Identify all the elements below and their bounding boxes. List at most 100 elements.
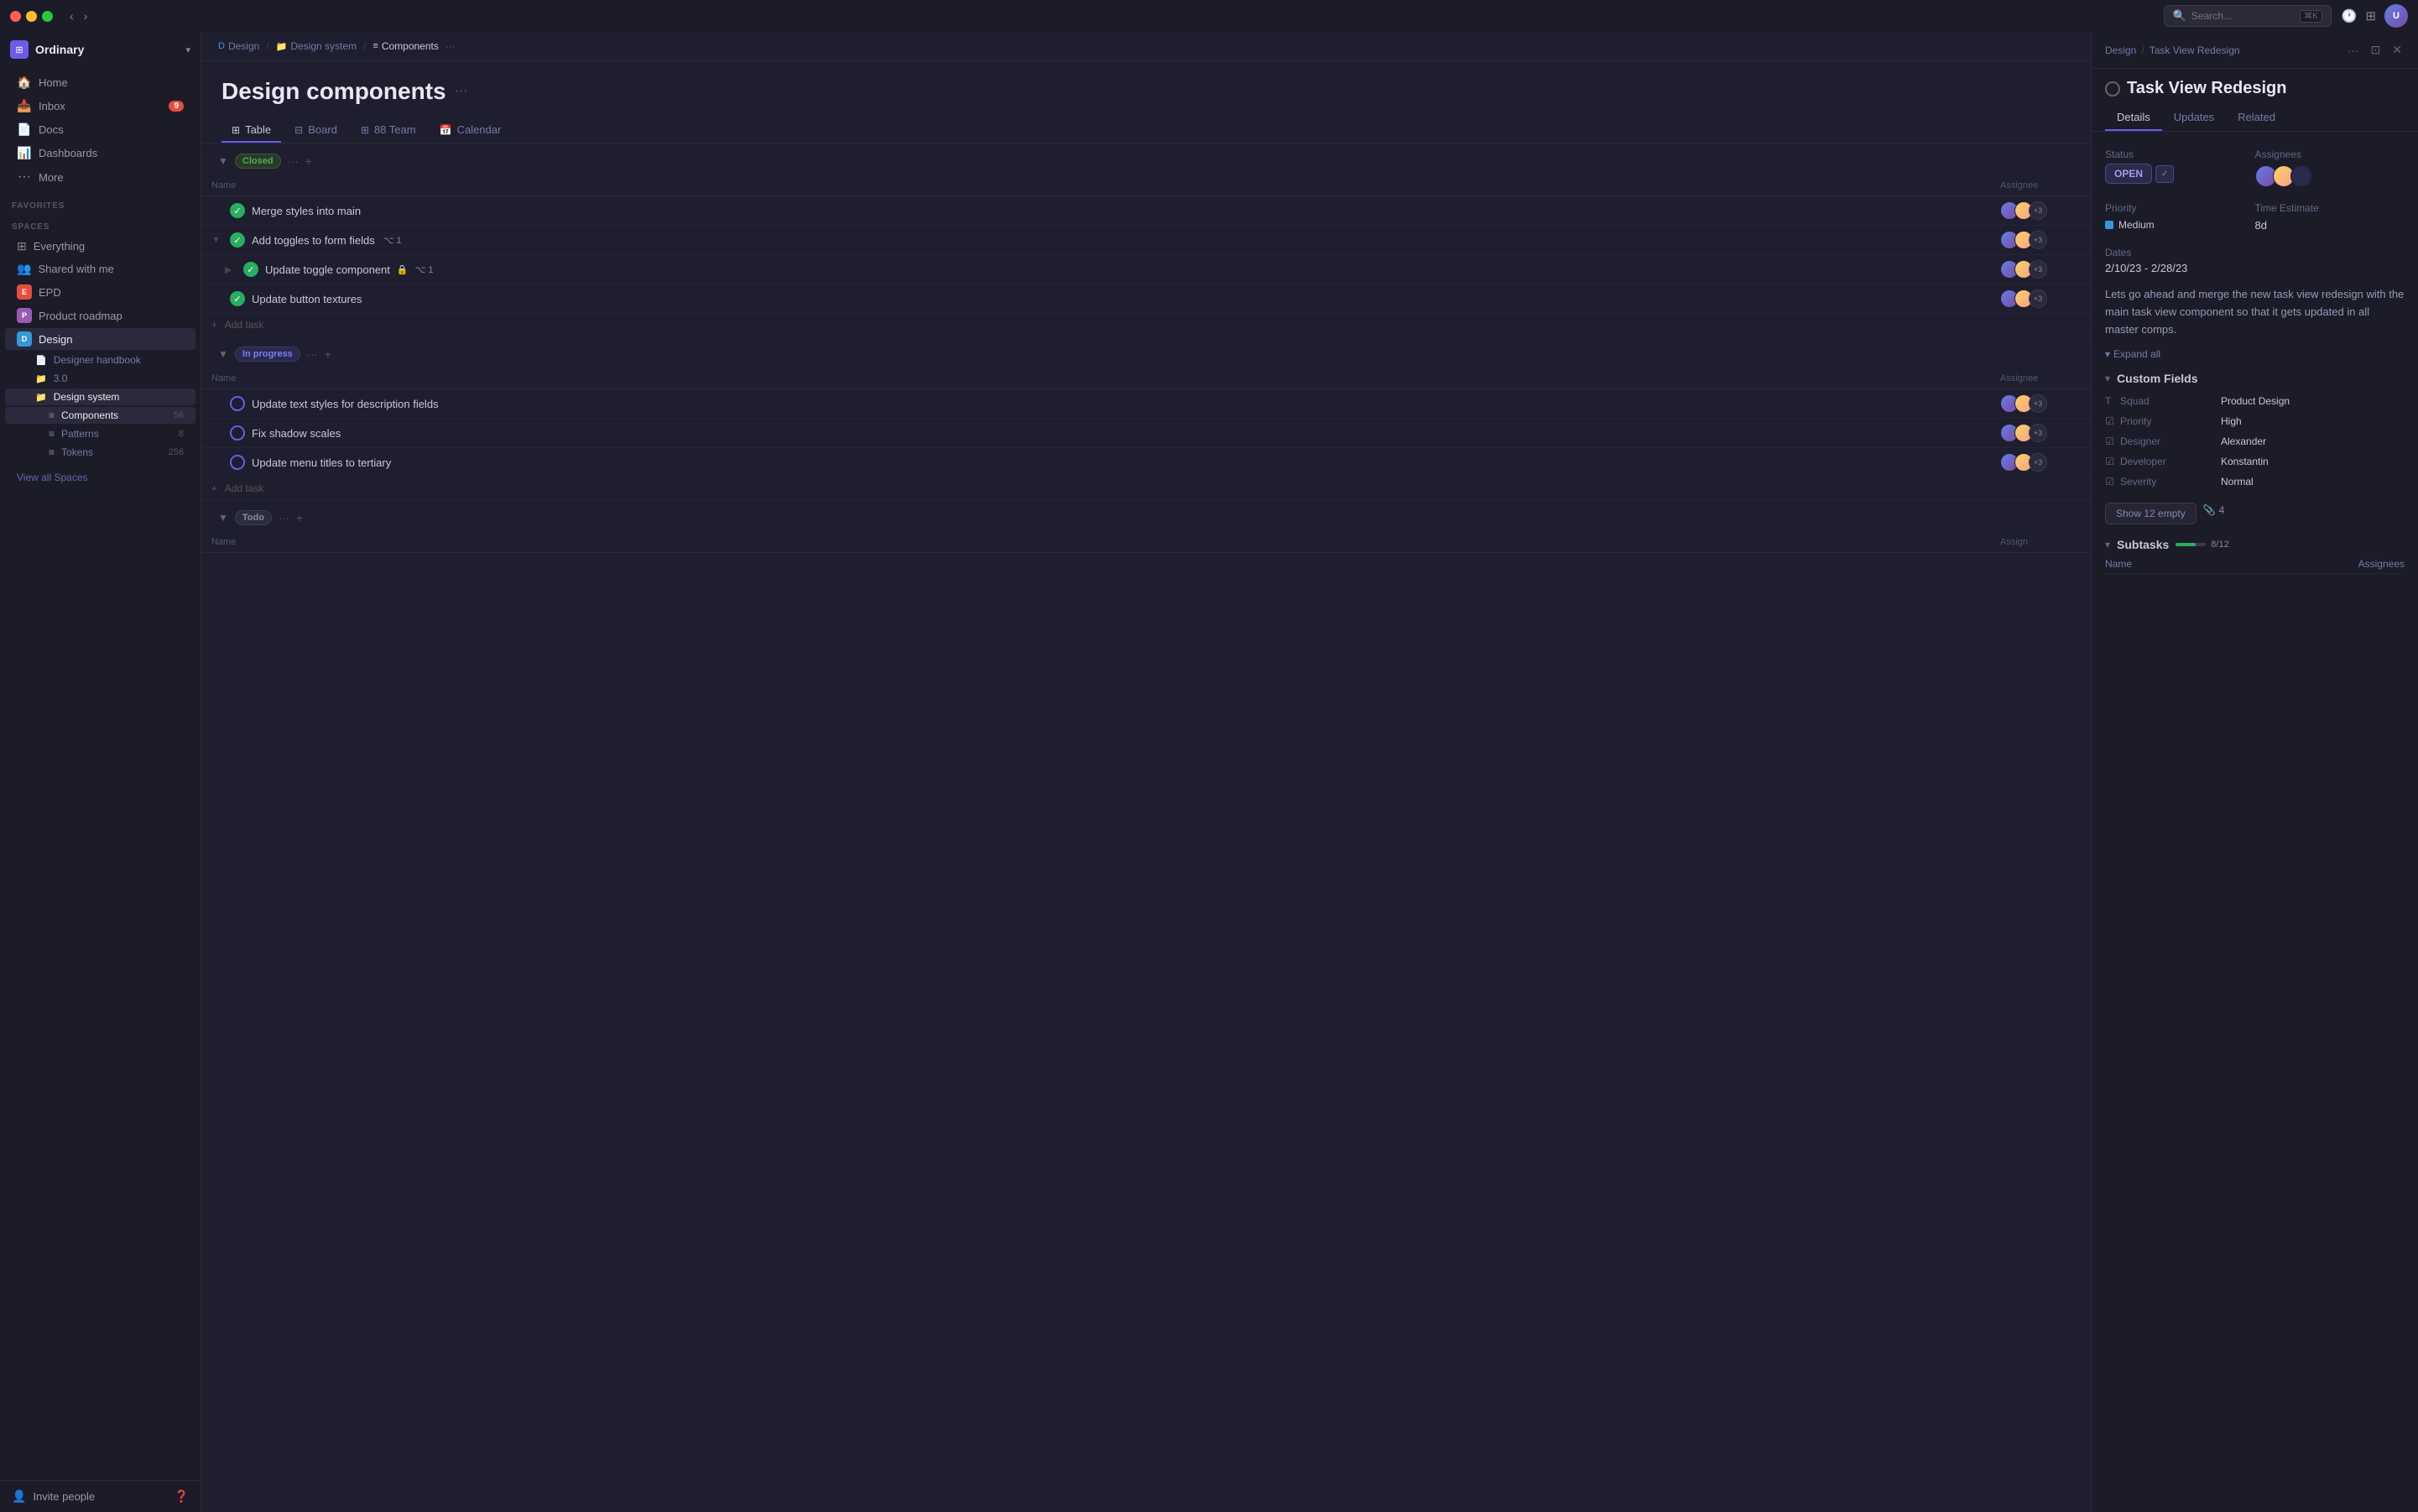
group-badge-in-progress: In progress <box>235 347 300 362</box>
forward-button[interactable]: › <box>81 8 91 24</box>
expand-icon[interactable]: ▶ <box>225 264 237 275</box>
task-name: Fix shadow scales <box>252 427 341 440</box>
cf-developer-icon: ☑ <box>2105 456 2120 467</box>
search-input[interactable] <box>2191 10 2295 22</box>
design-bc-icon: D <box>218 41 225 51</box>
group-collapse-closed[interactable]: ▼ <box>218 155 228 167</box>
right-panel: Design / Task View Redesign ··· ⊡ ✕ Task… <box>2091 32 2418 1512</box>
titlebar-right: 🔍 ⌘K 🕐 ⊞ U <box>2164 4 2408 28</box>
panel-header: Design / Task View Redesign ··· ⊡ ✕ <box>2092 32 2418 69</box>
sidebar-item-tokens[interactable]: ≡ Tokens 256 <box>5 444 195 461</box>
task-name-cell: ▶ Update menu titles to tertiary <box>211 455 1980 470</box>
task-table-todo: Name Assign <box>201 532 2091 553</box>
sidebar-item-design[interactable]: D Design <box>5 328 195 350</box>
sidebar-item-everything[interactable]: ⊞ Everything <box>5 236 195 257</box>
table-row[interactable]: ▶ ✓ Update button textures <box>201 284 2091 314</box>
task-name-cell: ▶ Update text styles for description fie… <box>211 396 1980 411</box>
panel-tab-updates[interactable]: Updates <box>2162 105 2226 131</box>
sidebar-item-docs[interactable]: 📄 Docs <box>5 118 195 141</box>
tab-board[interactable]: ⊟ Board <box>284 118 347 143</box>
sidebar-item-home[interactable]: 🏠 Home <box>5 71 195 94</box>
subtask-col-assignees: Assignees <box>2358 558 2405 570</box>
sidebar-item-components[interactable]: ≡ Components 56 <box>5 407 195 424</box>
tab-team[interactable]: ⊞ 88 Team <box>351 118 426 143</box>
th-assignee-closed: Assignee <box>1990 175 2091 196</box>
design-label: Design <box>39 333 184 346</box>
sidebar-item-designer-handbook[interactable]: 📄 Designer handbook <box>5 352 195 368</box>
breadcrumb-components[interactable]: ≡ Components <box>373 40 438 52</box>
favorites-section-label: FAVORITES <box>0 193 201 214</box>
panel-close-button[interactable]: ✕ <box>2389 40 2405 60</box>
grid-icon[interactable]: ⊞ <box>2365 8 2376 23</box>
panel-title-text: Task View Redesign <box>2127 79 2286 98</box>
task-name-cell: ▶ ✓ Update button textures <box>211 291 1980 306</box>
user-avatar[interactable]: U <box>2384 4 2408 28</box>
sidebar-item-design-system[interactable]: 📁 Design system <box>5 388 195 405</box>
close-button[interactable] <box>10 11 21 22</box>
sidebar-item-shared[interactable]: 👥 Shared with me <box>5 258 195 279</box>
show-empty-button[interactable]: Show 12 empty <box>2105 503 2197 524</box>
invite-icon: 👤 <box>12 1489 26 1504</box>
sidebar-item-epd[interactable]: E EPD <box>5 281 195 303</box>
panel-expand-button[interactable]: ⊡ <box>2368 40 2384 60</box>
cf-developer: ☑ Developer Konstantin <box>2105 456 2405 467</box>
back-button[interactable]: ‹ <box>66 8 77 24</box>
group-add-todo[interactable]: + <box>296 511 303 524</box>
status-chevron-button[interactable]: ✓ <box>2155 165 2174 183</box>
custom-fields-collapse-icon: ▾ <box>2105 373 2110 384</box>
nav-arrows: ‹ › <box>66 8 91 24</box>
search-bar[interactable]: 🔍 ⌘K <box>2164 5 2332 27</box>
table-row[interactable]: ▶ Update menu titles to tertiary <box>201 448 2091 477</box>
panel-tab-related[interactable]: Related <box>2226 105 2287 131</box>
assignee-cell: +3 <box>2000 201 2081 220</box>
maximize-button[interactable] <box>42 11 53 22</box>
sidebar-item-product[interactable]: P Product roadmap <box>5 305 195 326</box>
add-task-row[interactable]: + Add task <box>201 314 2091 336</box>
panel-tab-details[interactable]: Details <box>2105 105 2162 131</box>
breadcrumb-more[interactable]: ··· <box>446 40 456 52</box>
th-assignee-in-progress: Assignee <box>1990 368 2091 389</box>
workspace-header[interactable]: ⊞ Ordinary ▾ <box>0 32 201 67</box>
table-row[interactable]: ▶ ✓ Update toggle component 🔒 ⌥ 1 <box>201 255 2091 284</box>
sidebar-item-more[interactable]: ··· More <box>5 165 195 189</box>
add-task-row[interactable]: + Add task <box>201 477 2091 500</box>
sidebar-item-3-0[interactable]: 📁 3.0 <box>5 370 195 387</box>
sidebar-item-patterns[interactable]: ≡ Patterns 8 <box>5 425 195 442</box>
view-all-spaces[interactable]: View all Spaces <box>5 465 195 490</box>
status-section: Status OPEN ✓ <box>2105 145 2255 187</box>
sidebar-footer[interactable]: 👤 Invite people ❓ <box>0 1480 201 1512</box>
group-collapse-todo[interactable]: ▼ <box>218 512 228 524</box>
group-add-in-progress[interactable]: + <box>325 347 331 361</box>
group-more-closed[interactable]: ··· <box>288 155 299 168</box>
help-icon[interactable]: ❓ <box>175 1489 189 1504</box>
page-title-more[interactable]: ··· <box>455 84 468 99</box>
subtasks-title: Subtasks <box>2117 538 2169 551</box>
subtasks-section-header: ▾ Subtasks 8/12 <box>2105 538 2405 551</box>
table-row[interactable]: ▶ ✓ Merge styles into main <box>201 196 2091 226</box>
subtasks-collapse-icon[interactable]: ▾ <box>2105 539 2110 550</box>
custom-fields-section-header[interactable]: ▾ Custom Fields <box>2105 372 2405 385</box>
panel-title-row: Task View Redesign <box>2105 79 2405 98</box>
tab-table[interactable]: ⊞ Table <box>221 118 281 143</box>
table-row[interactable]: ▶ Fix shadow scales <box>201 419 2091 448</box>
group-more-todo[interactable]: ··· <box>279 512 289 524</box>
group-collapse-in-progress[interactable]: ▼ <box>218 348 228 360</box>
table-row[interactable]: ▼ ✓ Add toggles to form fields ⌥ 1 <box>201 226 2091 255</box>
components-label: Components <box>61 409 118 421</box>
expand-icon[interactable]: ▼ <box>211 235 223 245</box>
sidebar-item-dashboards[interactable]: 📊 Dashboards <box>5 142 195 164</box>
expand-all-button[interactable]: ▾ Expand all <box>2105 348 2405 360</box>
breadcrumb-design[interactable]: D Design <box>218 40 259 52</box>
panel-more-button[interactable]: ··· <box>2345 41 2362 60</box>
group-more-in-progress[interactable]: ··· <box>307 348 318 361</box>
sidebar-item-inbox[interactable]: 📥 Inbox 9 <box>5 95 195 117</box>
chevron-down-icon: ✓ <box>2161 169 2168 179</box>
clock-icon[interactable]: 🕐 <box>2342 8 2358 23</box>
breadcrumb-design-system[interactable]: 📁 Design system <box>276 40 357 52</box>
tab-calendar[interactable]: 📅 Calendar <box>430 118 512 143</box>
status-button[interactable]: OPEN <box>2105 164 2152 184</box>
group-add-closed[interactable]: + <box>305 154 312 168</box>
table-row[interactable]: ▶ Update text styles for description fie… <box>201 389 2091 419</box>
panel-description: Lets go ahead and merge the new task vie… <box>2105 286 2405 338</box>
minimize-button[interactable] <box>26 11 37 22</box>
